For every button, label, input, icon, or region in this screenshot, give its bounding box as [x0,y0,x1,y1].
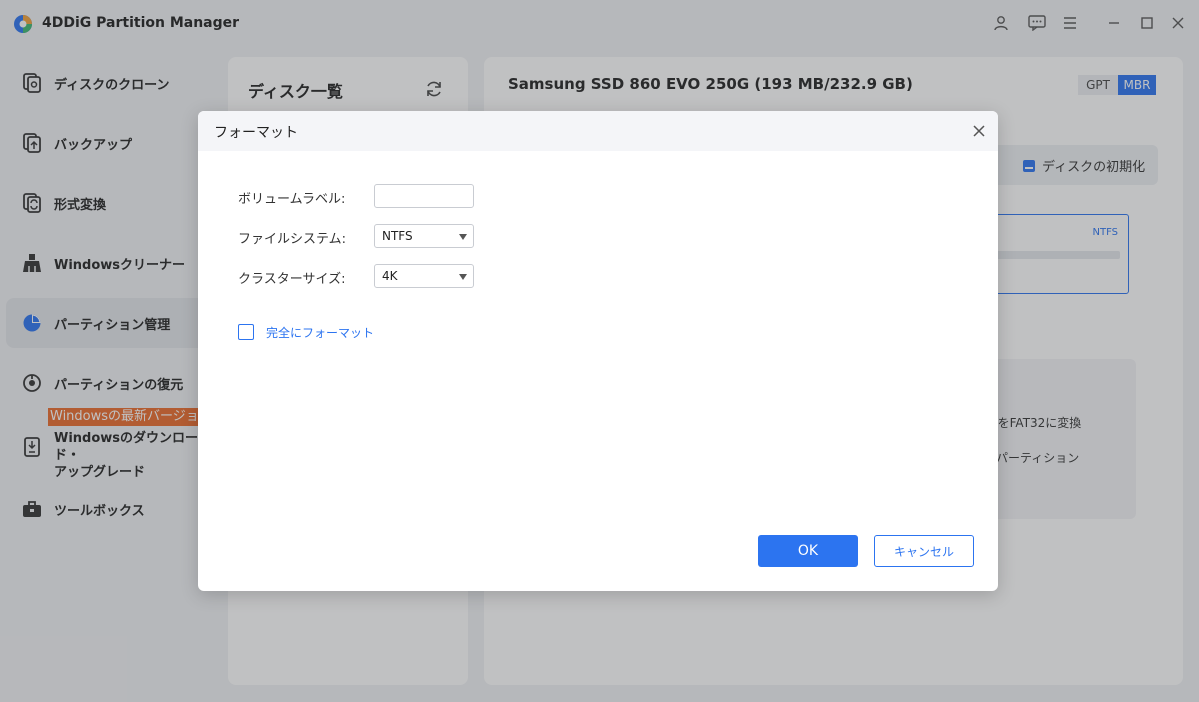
cancel-button[interactable]: キャンセル [874,535,974,567]
filesystem-value: NTFS [382,229,413,243]
format-dialog: フォーマット ボリュームラベル: ファイルシステム: NTFS クラスターサイズ… [198,111,998,591]
full-format-label[interactable]: 完全にフォーマット [266,324,374,341]
filesystem-select[interactable]: NTFS [374,224,474,248]
dialog-title: フォーマット [214,125,298,141]
filesystem-label: ファイルシステム: [238,232,346,247]
cluster-size-value: 4K [382,269,398,283]
volume-label-label: ボリュームラベル: [238,192,346,207]
close-icon[interactable] [970,122,988,140]
chevron-down-icon [459,234,467,240]
dialog-header: フォーマット [198,111,998,151]
chevron-down-icon [459,274,467,280]
ok-button[interactable]: OK [758,535,858,567]
cluster-size-select[interactable]: 4K [374,264,474,288]
volume-label-input[interactable] [374,184,474,208]
cluster-size-label: クラスターサイズ: [238,272,346,287]
full-format-checkbox[interactable] [238,324,254,340]
